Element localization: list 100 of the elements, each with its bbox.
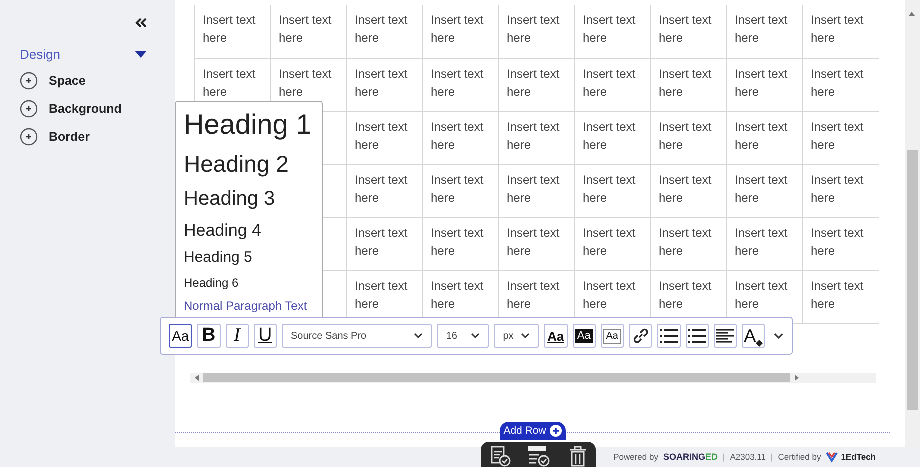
design-section[interactable]: Design (20, 47, 155, 62)
cell-text: Insert text here (583, 172, 636, 204)
brand-logo-text: SOARING (663, 452, 706, 462)
cell-text: Insert text here (203, 13, 256, 45)
cell-text: Insert text here (431, 226, 484, 258)
numbered-list-button[interactable] (686, 324, 709, 348)
cell-text: Insert text here (355, 120, 408, 152)
cell-text: Insert text here (583, 278, 636, 310)
sidebar-item[interactable]: Border (49, 130, 90, 144)
heading-option[interactable]: Heading 4 (184, 220, 262, 242)
cell-text: Insert text here (583, 120, 636, 152)
cell-text: Insert text here (735, 278, 788, 310)
font-dropdown[interactable]: Source Sans Pro (282, 324, 432, 348)
link-button[interactable] (629, 324, 652, 348)
cell-text: Insert text here (735, 13, 788, 45)
collapse-icon[interactable] (135, 18, 147, 28)
cell-text: Insert text here (659, 278, 712, 310)
section-label: Design (20, 47, 60, 62)
plus-icon[interactable] (20, 128, 38, 146)
footer-text: Certified by (778, 452, 822, 462)
cell-text: Insert text here (507, 172, 560, 204)
heading-option[interactable]: Heading 2 (184, 150, 289, 179)
list-icon (687, 328, 708, 344)
cell-text: Insert text here (355, 172, 408, 204)
heading-option[interactable]: Normal Paragraph Text (184, 298, 308, 314)
cell-text: Insert text here (355, 66, 408, 98)
bold-button[interactable]: B (197, 324, 220, 348)
scroll-right-icon[interactable] (794, 374, 798, 380)
cell-text: Insert text here (431, 66, 484, 98)
cell-text: Insert text here (583, 226, 636, 258)
footer-text: Powered by (614, 452, 658, 462)
vertical-scrollbar[interactable] (905, 0, 920, 447)
cell-text: Insert text here (507, 278, 560, 310)
horizontal-scrollbar[interactable] (190, 372, 876, 382)
heading-option[interactable]: Heading 1 (184, 107, 312, 142)
cell-text: Insert text here (735, 172, 788, 204)
cell-text: Insert text here (431, 278, 484, 310)
separator: | (723, 452, 726, 462)
cell-text: Insert text here (811, 66, 864, 98)
cell-text: Insert text here (507, 226, 560, 258)
list-icon (658, 328, 679, 344)
checklist-icon[interactable] (526, 445, 552, 467)
cell-text: Insert text here (811, 13, 864, 45)
cell-text: Insert text here (431, 13, 484, 45)
align-left-icon (715, 328, 736, 344)
cell-text: Insert text here (659, 226, 712, 258)
cell-text: Insert text here (659, 13, 712, 45)
plus-icon[interactable] (20, 72, 38, 90)
underline-text-button[interactable]: Aa (544, 324, 568, 348)
heading-option[interactable]: Heading 6 (184, 276, 239, 291)
cell-text: Insert text here (735, 120, 788, 152)
bullet-list-button[interactable] (657, 324, 680, 348)
scroll-up-icon[interactable] (909, 12, 915, 16)
add-row-button[interactable]: Add Row (500, 422, 566, 440)
style-button[interactable]: Aa (169, 324, 192, 348)
chevron-icon (471, 333, 480, 339)
highlight-button[interactable]: Aa (572, 324, 596, 348)
trash-icon[interactable] (568, 445, 588, 467)
cell-text: Insert text here (735, 66, 788, 98)
unit-dropdown[interactable]: px (494, 324, 540, 348)
heading-option[interactable]: Heading 5 (184, 249, 252, 268)
cell-text: Insert text here (355, 13, 408, 45)
plus-icon (550, 425, 562, 437)
document-check-icon[interactable] (488, 445, 511, 467)
cell-text: Insert text here (507, 13, 560, 45)
heading-option[interactable]: Heading 3 (184, 186, 276, 212)
underline-button[interactable]: U (254, 324, 277, 348)
align-left-button[interactable] (714, 324, 737, 348)
cell-text: Insert text here (659, 66, 712, 98)
chevron-icon[interactable] (774, 332, 784, 340)
certifier-name: 1EdTech (841, 452, 876, 462)
scroll-left-icon[interactable] (194, 374, 198, 380)
cell-text: Insert text here (583, 13, 636, 45)
cell-text: Insert text here (811, 172, 864, 204)
sidebar-item[interactable]: Background (49, 102, 122, 116)
size-dropdown[interactable]: 16 (437, 324, 490, 348)
text-color-button[interactable]: A (742, 324, 766, 348)
chevron-icon (414, 333, 424, 339)
plus-icon[interactable] (20, 100, 38, 118)
cell-text: Insert text here (507, 120, 560, 152)
cell-text: Insert text here (735, 226, 788, 258)
separator: | (770, 452, 774, 462)
cell-text: Insert text here (811, 278, 864, 310)
cell-text: Insert text here (203, 66, 256, 98)
cell-text: Insert text here (431, 120, 484, 152)
cell-text: Insert text here (659, 172, 712, 204)
cell-text: Insert text here (507, 66, 560, 98)
italic-button[interactable]: I (226, 324, 249, 348)
cell-text: Insert text here (279, 66, 332, 98)
footer-text: A2303.11 (730, 452, 766, 462)
cell-text: Insert text here (811, 120, 864, 152)
cell-text: Insert text here (811, 226, 864, 258)
cell-text: Insert text here (659, 120, 712, 152)
cell-text: Insert text here (583, 66, 636, 98)
cell-text: Insert text here (279, 13, 332, 45)
cell-text: Insert text here (431, 172, 484, 204)
sidebar-item[interactable]: Space (49, 74, 86, 88)
cell-text: Insert text here (355, 278, 408, 310)
brand-logo-text: ED (705, 452, 718, 462)
text-box-button[interactable]: Aa (600, 324, 624, 348)
